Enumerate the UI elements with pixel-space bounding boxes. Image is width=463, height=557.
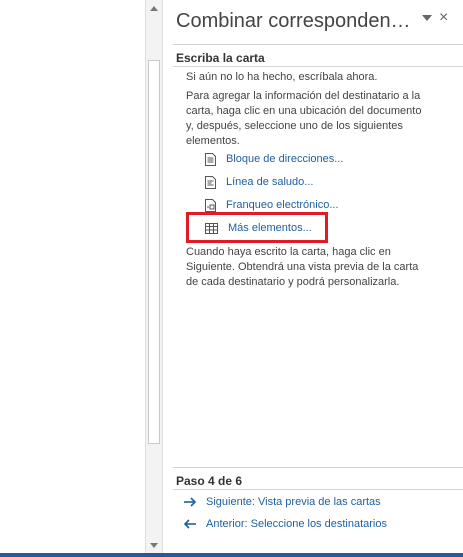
- link-label: Franqueo electrónico...: [226, 199, 339, 211]
- scroll-thumb[interactable]: [148, 60, 160, 444]
- vertical-scrollbar[interactable]: [145, 0, 163, 553]
- intro-text: Si aún no lo ha hecho, escríbala ahora.: [186, 71, 378, 83]
- greeting-line-link[interactable]: Línea de saludo...: [205, 173, 313, 191]
- link-label: Línea de saludo...: [226, 176, 314, 188]
- scroll-down-arrow-icon: [150, 542, 158, 548]
- close-button[interactable]: ×: [439, 9, 448, 27]
- section-title: Escriba la carta: [176, 51, 265, 65]
- dropdown-triangle-icon: [422, 15, 432, 21]
- scroll-up-button[interactable]: [146, 0, 162, 16]
- separator: [173, 467, 463, 468]
- scroll-down-button[interactable]: [146, 537, 162, 553]
- status-bar-strip: [0, 553, 463, 557]
- address-block-icon: [205, 152, 216, 166]
- previous-step-link[interactable]: Anterior: Seleccione los destinatarios: [183, 518, 387, 530]
- document-area[interactable]: [0, 0, 145, 553]
- electronic-postage-icon: [205, 198, 216, 212]
- next-step-label: Siguiente: Vista previa de las cartas: [206, 496, 381, 508]
- arrow-right-icon: [184, 497, 197, 507]
- separator: [173, 44, 463, 45]
- step-indicator: Paso 4 de 6: [176, 474, 243, 488]
- greeting-line-icon: [205, 175, 216, 189]
- pane-options-button[interactable]: [422, 13, 432, 24]
- instructions-text: Para agregar la información del destinat…: [186, 90, 422, 147]
- arrow-left-icon: [183, 519, 196, 529]
- pane-title: Combinar corresponden…: [176, 10, 411, 32]
- separator: [173, 66, 463, 67]
- scroll-up-arrow-icon: [150, 5, 158, 11]
- previous-step-label: Anterior: Seleccione los destinatarios: [206, 518, 387, 530]
- address-block-link[interactable]: Bloque de direcciones...: [205, 150, 343, 168]
- mail-merge-pane: Combinar corresponden… × Escriba la cart…: [163, 0, 463, 553]
- separator: [173, 489, 463, 490]
- link-label: Bloque de direcciones...: [226, 153, 344, 165]
- next-step-link[interactable]: Siguiente: Vista previa de las cartas: [183, 496, 381, 508]
- finish-instructions-text: Cuando haya escrito la carta, haga clic …: [186, 246, 419, 288]
- highlight-box: [186, 212, 328, 243]
